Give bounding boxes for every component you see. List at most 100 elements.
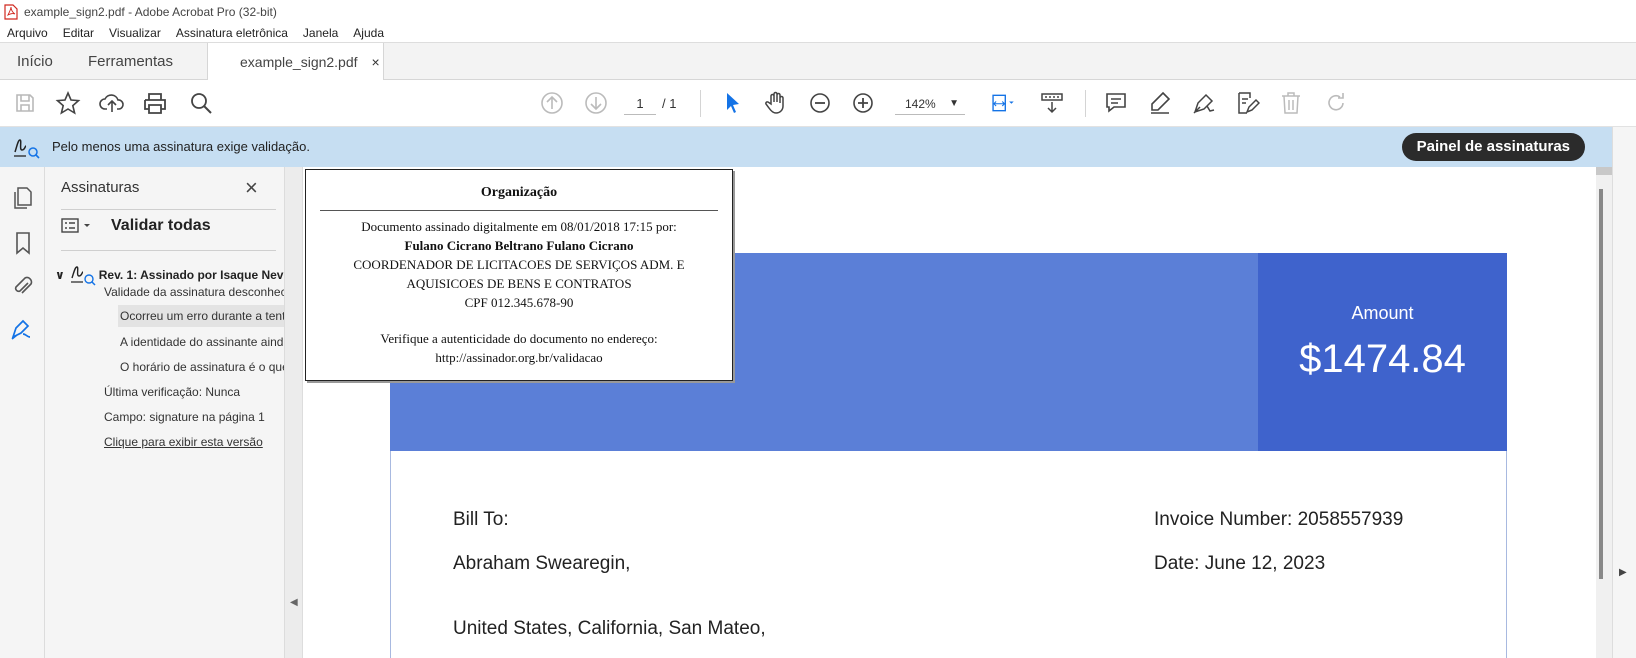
delete-button[interactable] — [1277, 89, 1305, 117]
signature-panel-button[interactable]: Painel de assinaturas — [1401, 133, 1585, 161]
window-title: example_sign2.pdf - Adobe Acrobat Pro (3… — [24, 4, 277, 19]
bill-to-label: Bill To: — [453, 509, 509, 530]
menu-assinatura-eletronica[interactable]: Assinatura eletrônica — [176, 26, 288, 40]
tab-close-icon[interactable]: × — [372, 54, 380, 70]
panel-collapse-handle[interactable]: ◀ — [285, 167, 303, 658]
select-tool-button[interactable] — [718, 89, 746, 117]
revision-label: Rev. 1: Assinado por Isaque Neves — [98, 268, 285, 282]
menu-ajuda[interactable]: Ajuda — [353, 26, 384, 40]
zoom-out-button[interactable] — [806, 89, 834, 117]
zoom-level-value: 142% — [905, 97, 936, 111]
cursor-arrow-icon — [727, 93, 739, 113]
arrow-up-circle-icon — [541, 92, 563, 114]
bookmark-star-button[interactable] — [54, 89, 82, 117]
fit-page-icon — [992, 94, 1014, 112]
signing-time-item[interactable]: O horário de assinatura é o que consta n… — [120, 360, 284, 374]
scroll-up-arrow[interactable] — [1596, 167, 1612, 175]
search-button[interactable] — [187, 89, 215, 117]
zoom-level-select[interactable]: 142% ▼ — [895, 93, 965, 115]
tab-inicio[interactable]: Início — [17, 43, 53, 80]
title-bar: example_sign2.pdf - Adobe Acrobat Pro (3… — [0, 0, 1636, 23]
upload-button[interactable] — [98, 89, 126, 117]
scrollbar-thumb[interactable] — [1599, 189, 1603, 579]
signature-validity-item[interactable]: Validade da assinatura desconhecida — [104, 285, 284, 299]
right-pane-toggle[interactable]: ▶ — [1612, 127, 1636, 658]
hand-icon — [765, 91, 784, 114]
chevron-down-icon: ▼ — [949, 98, 959, 109]
pages-thumbnails-icon[interactable] — [10, 185, 36, 211]
star-icon — [55, 90, 81, 115]
zoom-in-button[interactable] — [849, 89, 877, 117]
stamp-role-1: COORDENADOR DE LICITACOES DE SERVIÇOS AD… — [353, 257, 685, 272]
page-fit-button[interactable] — [985, 89, 1021, 117]
stamp-divider — [320, 210, 718, 211]
pen-nib-icon — [1193, 93, 1215, 114]
list-options-icon[interactable] — [61, 217, 97, 235]
bookmark-icon[interactable] — [10, 230, 36, 256]
digital-signature-stamp[interactable]: Organização Documento assinado digitalme… — [305, 169, 733, 381]
menu-bar: Arquivo Editar Visualizar Assinatura ele… — [0, 23, 1636, 43]
tab-bar: Início Ferramentas example_sign2.pdf × — [0, 43, 1636, 81]
trash-icon — [1282, 92, 1300, 114]
signer-identity-item[interactable]: A identidade do assinante ainda não foi … — [120, 335, 284, 349]
stamp-role-2: AQUISICOES DE BENS E CONTRATOS — [406, 276, 632, 291]
tab-document[interactable]: example_sign2.pdf × — [207, 43, 384, 81]
invoice-number: Invoice Number: 2058557939 — [1154, 509, 1404, 530]
stamp-signer: Fulano Cicrano Beltrano Fulano Cicrano — [404, 238, 634, 253]
page-total: / 1 — [662, 96, 677, 111]
stamp-verify: Verifique a autenticidade do documento n… — [380, 331, 658, 346]
last-check-item: Última verificação: Nunca — [104, 385, 241, 399]
comment-icon — [1106, 93, 1126, 113]
attachment-paperclip-icon[interactable] — [10, 274, 36, 300]
signature-validation-icon — [14, 139, 40, 159]
customer-name: Abraham Swearegin, — [453, 553, 631, 574]
view-version-link[interactable]: Clique para exibir esta versão — [104, 435, 263, 449]
invoice-body: Bill To: Abraham Swearegin, United State… — [390, 451, 1507, 658]
amount-value: $1474.84 — [1299, 337, 1466, 381]
acrobat-pdf-icon — [4, 3, 18, 20]
fill-sign-button[interactable] — [1190, 89, 1218, 117]
rotate-button[interactable] — [1322, 89, 1350, 117]
tab-ferramentas[interactable]: Ferramentas — [88, 43, 173, 80]
page-number-input[interactable]: 1 — [624, 93, 656, 115]
chevron-down-icon[interactable]: ∨ — [55, 268, 65, 282]
arrow-down-circle-icon — [585, 92, 607, 114]
signature-validation-icon — [70, 266, 96, 286]
previous-page-button[interactable] — [538, 89, 566, 117]
validate-all-button[interactable]: Validar todas — [111, 217, 211, 235]
signature-pen-icon[interactable] — [10, 317, 36, 343]
collapse-arrow-icon: ◀ — [290, 597, 298, 608]
close-icon[interactable]: × — [245, 175, 258, 201]
rotate-icon — [1328, 93, 1344, 111]
next-page-button[interactable] — [582, 89, 610, 117]
validation-error-item[interactable]: Ocorreu um erro durante a tentativa de v… — [118, 305, 284, 327]
menu-arquivo[interactable]: Arquivo — [7, 26, 48, 40]
banner-message: Pelo menos uma assinatura exige validaçã… — [52, 139, 310, 154]
menu-editar[interactable]: Editar — [63, 26, 94, 40]
amount-label: Amount — [1351, 303, 1414, 323]
stamp-url: http://assinador.org.br/validacao — [435, 350, 603, 365]
hand-tool-button[interactable] — [762, 89, 790, 117]
validate-all-control[interactable]: Validar todas — [61, 217, 211, 235]
plus-circle-icon — [853, 93, 873, 113]
cloud-upload-icon — [99, 94, 124, 112]
minus-circle-icon — [810, 93, 830, 113]
comment-button[interactable] — [1102, 89, 1130, 117]
toolbar-divider — [1085, 90, 1086, 117]
print-button[interactable] — [141, 89, 169, 117]
edit-document-icon — [1238, 92, 1260, 114]
revision-row[interactable]: ∨ Rev. 1: Assinado por Isaque Neves — [55, 263, 285, 287]
stamp-organization: Organização — [480, 185, 558, 200]
menu-janela[interactable]: Janela — [303, 26, 338, 40]
vertical-scrollbar[interactable] — [1596, 167, 1612, 658]
scroll-mode-button[interactable] — [1038, 89, 1066, 117]
amount-box: Amount $1474.84 — [1258, 253, 1507, 451]
customer-address: United States, California, San Mateo, — [453, 618, 766, 639]
save-button[interactable] — [11, 89, 39, 117]
highlighter-icon — [1151, 91, 1171, 114]
menu-visualizar[interactable]: Visualizar — [109, 26, 161, 40]
signatures-panel: Assinaturas × Validar todas ∨ Rev. 1: As… — [45, 167, 285, 658]
divider — [61, 250, 276, 251]
edit-pdf-button[interactable] — [1233, 89, 1261, 117]
highlight-button[interactable] — [1146, 89, 1174, 117]
